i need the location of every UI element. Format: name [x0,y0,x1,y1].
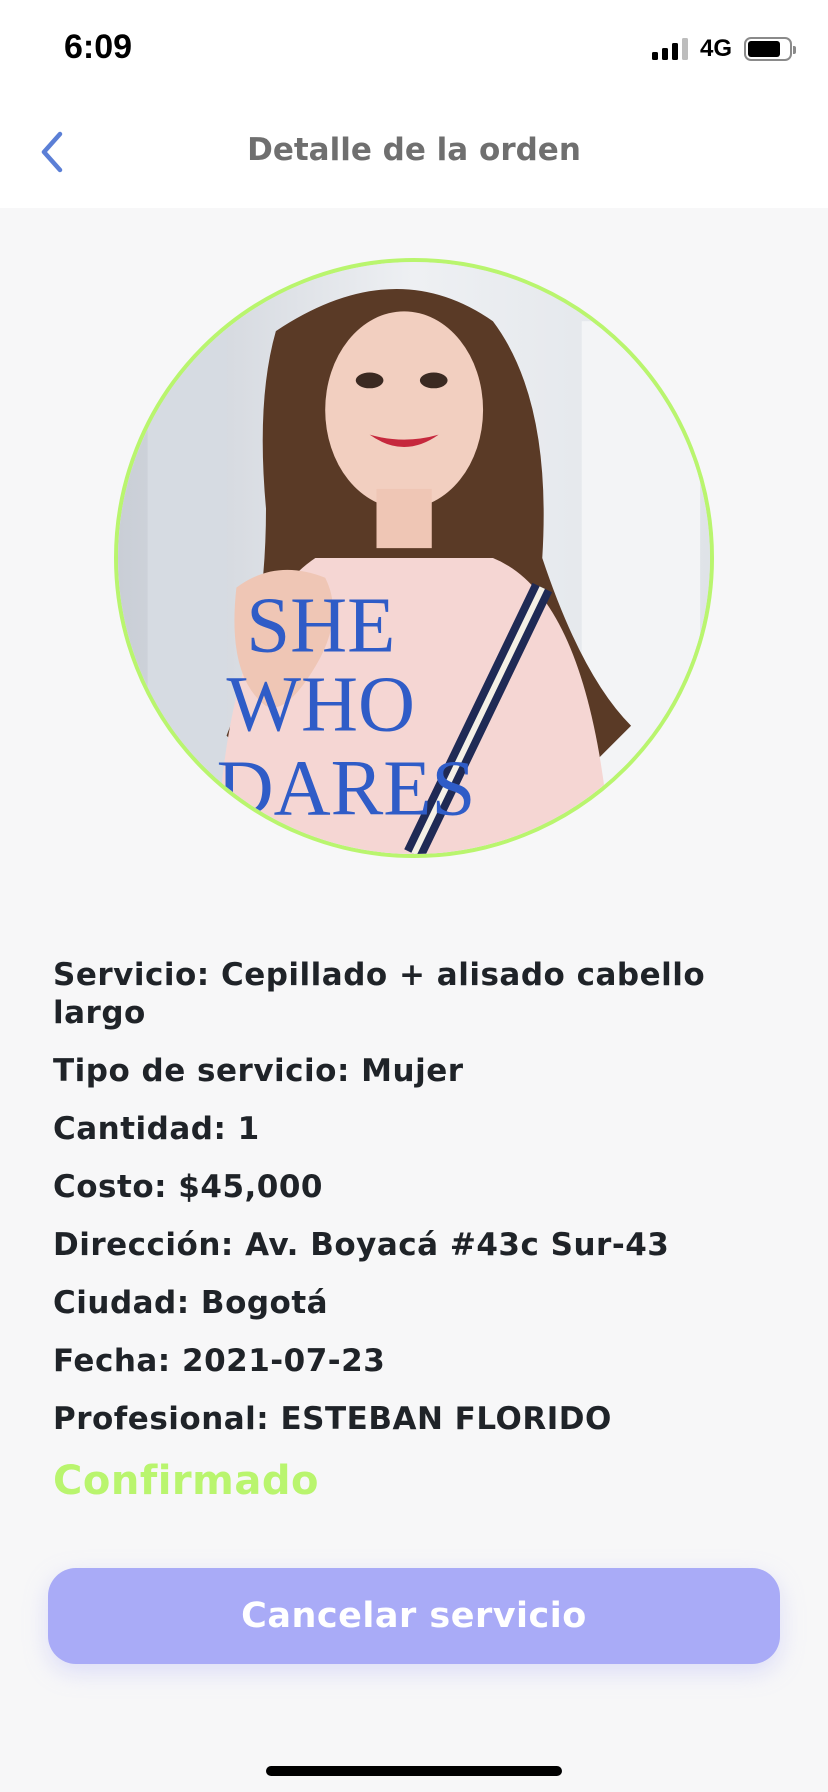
network-label: 4G [699,35,732,62]
service-detail: Servicio: Cepillado + alisado cabello la… [53,957,706,1031]
service-type-detail: Tipo de servicio: Mujer [53,1053,464,1089]
battery-icon [744,37,796,61]
quantity-detail: Cantidad: 1 [53,1111,260,1147]
shirt-text-3: DARES [217,746,476,833]
profile-image: SHE WHO DARES [118,262,710,854]
shirt-text-2: WHO [227,662,415,749]
city-detail: Ciudad: Bogotá [53,1285,329,1321]
order-details: Servicio: Cepillado + alisado cabello la… [53,956,773,1504]
status-time: 6:09 [64,28,133,66]
address-detail: Dirección: Av. Boyacá #43c Sur-43 [53,1227,670,1263]
page-title: Detalle de la orden [247,132,581,168]
date-detail: Fecha: 2021-07-23 [53,1343,386,1379]
status-bar: 6:09 4G [0,0,828,96]
cost-detail: Costo: $45,000 [53,1169,324,1205]
order-status: Confirmado [53,1458,319,1504]
home-indicator [266,1766,562,1776]
professional-detail: Profesional: ESTEBAN FLORIDO [53,1401,612,1437]
nav-bar: Detalle de la orden [0,96,828,208]
shirt-text-1: SHE [246,583,395,670]
status-icons: 4G [651,34,796,64]
signal-icon [651,38,688,60]
cancel-service-button[interactable]: Cancelar servicio [48,1568,780,1664]
professional-photo: SHE WHO DARES [114,258,714,858]
